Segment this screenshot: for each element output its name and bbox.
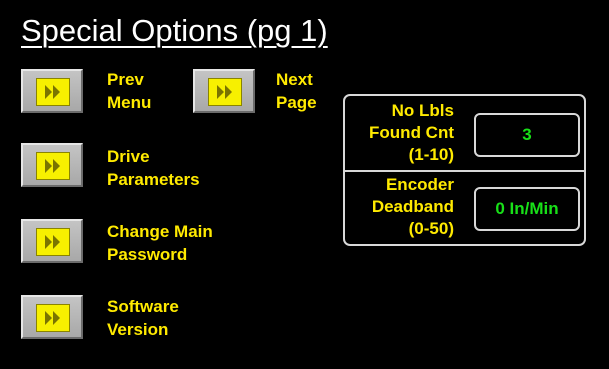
fast-forward-icon bbox=[208, 78, 242, 106]
software-version-label: Software Version bbox=[107, 297, 179, 339]
settings-panel: No Lbls Found Cnt (1-10) 3 Encoder Deadb… bbox=[343, 94, 586, 246]
fast-forward-icon bbox=[36, 152, 70, 180]
no-labels-found-count-input[interactable]: 3 bbox=[474, 113, 580, 157]
panel-divider bbox=[345, 170, 584, 172]
page-title: Special Options (pg 1) bbox=[21, 13, 328, 48]
prev-menu-label: Prev Menu bbox=[107, 70, 152, 112]
next-page-label: Next Page bbox=[276, 70, 317, 112]
fast-forward-icon bbox=[36, 228, 70, 256]
drive-parameters-button[interactable] bbox=[21, 143, 83, 187]
next-page-button[interactable] bbox=[193, 69, 255, 113]
prev-menu-button[interactable] bbox=[21, 69, 83, 113]
drive-parameters-label: Drive Parameters bbox=[107, 147, 200, 189]
encoder-deadband-input[interactable]: 0 In/Min bbox=[474, 187, 580, 231]
change-password-label: Change Main Password bbox=[107, 222, 213, 264]
software-version-button[interactable] bbox=[21, 295, 83, 339]
change-password-button[interactable] bbox=[21, 219, 83, 263]
encoder-deadband-label: Encoder Deadband (0-50) bbox=[371, 175, 454, 238]
no-labels-found-count-label: No Lbls Found Cnt (1-10) bbox=[369, 101, 454, 164]
fast-forward-icon bbox=[36, 304, 70, 332]
fast-forward-icon bbox=[36, 78, 70, 106]
